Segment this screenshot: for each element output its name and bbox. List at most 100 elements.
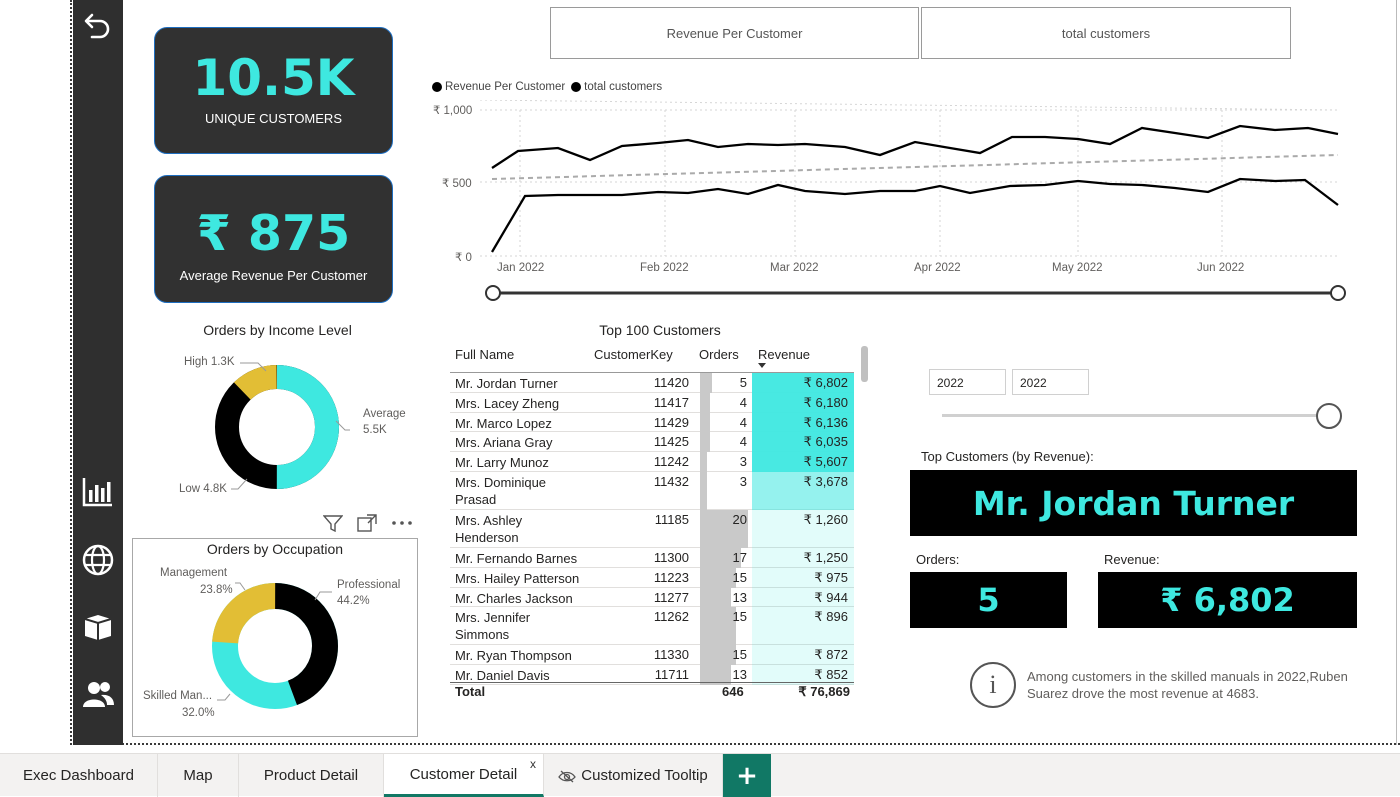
y-tick: ₹ 500 <box>442 178 472 190</box>
nav-sidebar <box>73 0 123 745</box>
customer-revenue: ₹ 6,035 <box>803 434 848 450</box>
income-high-label: High 1.3K <box>184 356 235 368</box>
kpi-value: 10.5K <box>192 49 355 107</box>
customer-key: 11300 <box>653 550 689 565</box>
y-tick: ₹ 0 <box>455 252 472 264</box>
occupation-management-value: 23.8% <box>200 584 233 596</box>
table-row[interactable]: Mr. Fernando Barnes 11300 17 ₹ 1,250 <box>450 548 854 568</box>
table-row[interactable]: Mr. Charles Jackson 11277 13 ₹ 944 <box>450 587 854 608</box>
table-row[interactable]: Mrs. Dominique Prasad 11432 3 ₹ 3,678 <box>450 472 854 510</box>
column-header-revenue[interactable]: Revenue <box>758 347 810 362</box>
table-row[interactable]: Mrs. Jennifer Simmons 11262 15 ₹ 896 <box>450 607 854 646</box>
occupation-chart-title: Orders by Occupation <box>206 541 344 557</box>
total-label: Total <box>455 684 486 699</box>
open-box-icon[interactable] <box>78 606 118 646</box>
customer-name: Mr. Marco Lopez <box>455 415 552 431</box>
orders-databar <box>700 587 732 608</box>
table-row[interactable]: Mrs. Hailey Patterson 11223 15 ₹ 975 <box>450 567 854 588</box>
year-from-input[interactable]: 2022 <box>929 369 1006 395</box>
occupation-skilled-value: 32.0% <box>182 707 215 719</box>
focus-mode-icon[interactable] <box>357 514 379 532</box>
income-chart-title: Orders by Income Level <box>203 322 352 338</box>
tab-label: Customized Tooltip <box>581 767 708 784</box>
info-icon: i <box>970 662 1016 708</box>
filter-icon[interactable] <box>322 514 345 533</box>
table-row[interactable]: Mrs. Lacey Zheng 11417 4 ₹ 6,180 <box>450 392 854 413</box>
customer-key: 11420 <box>653 375 689 390</box>
page-tabs-bar: Exec Dashboard Map Product Detail Custom… <box>0 753 1400 797</box>
customer-key: 11330 <box>653 647 689 663</box>
customer-name: Mrs. Lacey Zheng <box>455 395 560 411</box>
customer-key: 11417 <box>653 394 689 410</box>
customer-name: Mrs. Dominique <box>455 475 547 490</box>
tab-label: Customer Detail <box>409 765 518 783</box>
customer-orders: 13 <box>732 667 747 683</box>
top-customer-heading: Top Customers (by Revenue): <box>921 449 1094 464</box>
legend-item: Revenue Per Customer <box>445 81 566 93</box>
customer-revenue: ₹ 6,180 <box>803 394 848 410</box>
tab-customer-detail[interactable]: Customer Detail <box>384 754 544 797</box>
income-average-value: 5.5K <box>363 424 387 436</box>
kpi-average-revenue: ₹ 875 Average Revenue Per Customer <box>154 175 393 303</box>
orders-databar <box>700 472 708 510</box>
customer-revenue: ₹ 6,802 <box>803 375 848 390</box>
table-row[interactable]: Mrs. Ashley Henderson 11185 20 ₹ 1,260 <box>450 510 854 548</box>
total-orders: 646 <box>722 684 744 699</box>
customer-revenue: ₹ 896 <box>814 609 848 625</box>
canvas-edge <box>1396 0 1397 745</box>
column-header-orders[interactable]: Orders <box>699 347 739 362</box>
customer-orders: 15 <box>732 647 747 663</box>
sort-descending-icon[interactable] <box>758 363 766 368</box>
close-tab-icon[interactable]: x <box>530 757 536 771</box>
orders-databar <box>700 432 710 453</box>
table-row[interactable]: Mr. Jordan Turner 11420 5 ₹ 6,802 <box>450 373 854 393</box>
customer-revenue: ₹ 872 <box>814 647 848 663</box>
orders-databar <box>700 645 736 666</box>
total-customers-line <box>491 177 1339 253</box>
customer-orders: 4 <box>739 394 747 410</box>
occupation-professional-value: 44.2% <box>337 595 370 607</box>
column-header-name[interactable]: Full Name <box>455 347 514 362</box>
globe-icon[interactable] <box>78 540 118 580</box>
table-row[interactable]: Mr. Larry Munoz 11242 3 ₹ 5,607 <box>450 452 854 472</box>
table-scrollbar[interactable] <box>861 346 868 382</box>
top-customer-orders: 5 <box>910 572 1067 628</box>
tab-exec-dashboard[interactable]: Exec Dashboard <box>0 754 158 797</box>
occupation-professional-label: Professional <box>337 579 401 591</box>
occupation-skilled-label: Skilled Man... <box>143 690 213 702</box>
table-row[interactable]: Mrs. Ariana Gray 11425 4 ₹ 6,035 <box>450 432 854 453</box>
more-options-icon[interactable] <box>391 514 413 532</box>
top-customer-revenue: ₹ 6,802 <box>1098 572 1357 628</box>
year-to-input[interactable]: 2022 <box>1012 369 1089 395</box>
customer-orders: 15 <box>732 569 747 585</box>
table-row[interactable]: Mr. Ryan Thompson 11330 15 ₹ 872 <box>450 645 854 666</box>
tab-customized-tooltip[interactable]: Customized Tooltip <box>544 754 723 797</box>
customer-orders: 15 <box>732 609 747 625</box>
add-page-button[interactable]: + <box>723 754 771 797</box>
kpi-label: UNIQUE CUSTOMERS <box>205 111 342 126</box>
tab-product-detail[interactable]: Product Detail <box>239 754 384 797</box>
orders-label: Orders: <box>916 552 960 567</box>
total-customers-button[interactable]: total customers <box>921 7 1291 59</box>
column-header-key[interactable]: CustomerKey <box>594 347 673 362</box>
orders-databar <box>700 373 712 393</box>
income-low-label: Low 4.8K <box>179 483 227 495</box>
tab-map[interactable]: Map <box>158 754 239 797</box>
line-chart-legend: Revenue Per Customer total customers <box>432 79 662 95</box>
revenue-per-customer-button[interactable]: Revenue Per Customer <box>550 7 919 59</box>
customer-revenue: ₹ 975 <box>814 569 848 585</box>
legend-marker <box>571 82 582 92</box>
bar-chart-icon[interactable] <box>78 472 118 512</box>
year-slider-handle[interactable] <box>1316 403 1342 429</box>
customer-name-cont: Prasad <box>455 492 497 507</box>
customer-orders: 17 <box>732 550 747 565</box>
customer-key: 11425 <box>653 434 689 450</box>
back-arrow-icon[interactable] <box>78 6 118 46</box>
users-icon[interactable] <box>78 674 118 714</box>
table-row[interactable]: Mr. Marco Lopez 11429 4 ₹ 6,136 <box>450 412 854 433</box>
customer-orders: 3 <box>739 474 747 489</box>
hidden-eye-icon <box>558 770 577 782</box>
customer-name: Mrs. Ashley <box>455 513 523 528</box>
year-slider-track[interactable] <box>942 414 1329 417</box>
y-tick: ₹ 1,000 <box>433 105 473 117</box>
